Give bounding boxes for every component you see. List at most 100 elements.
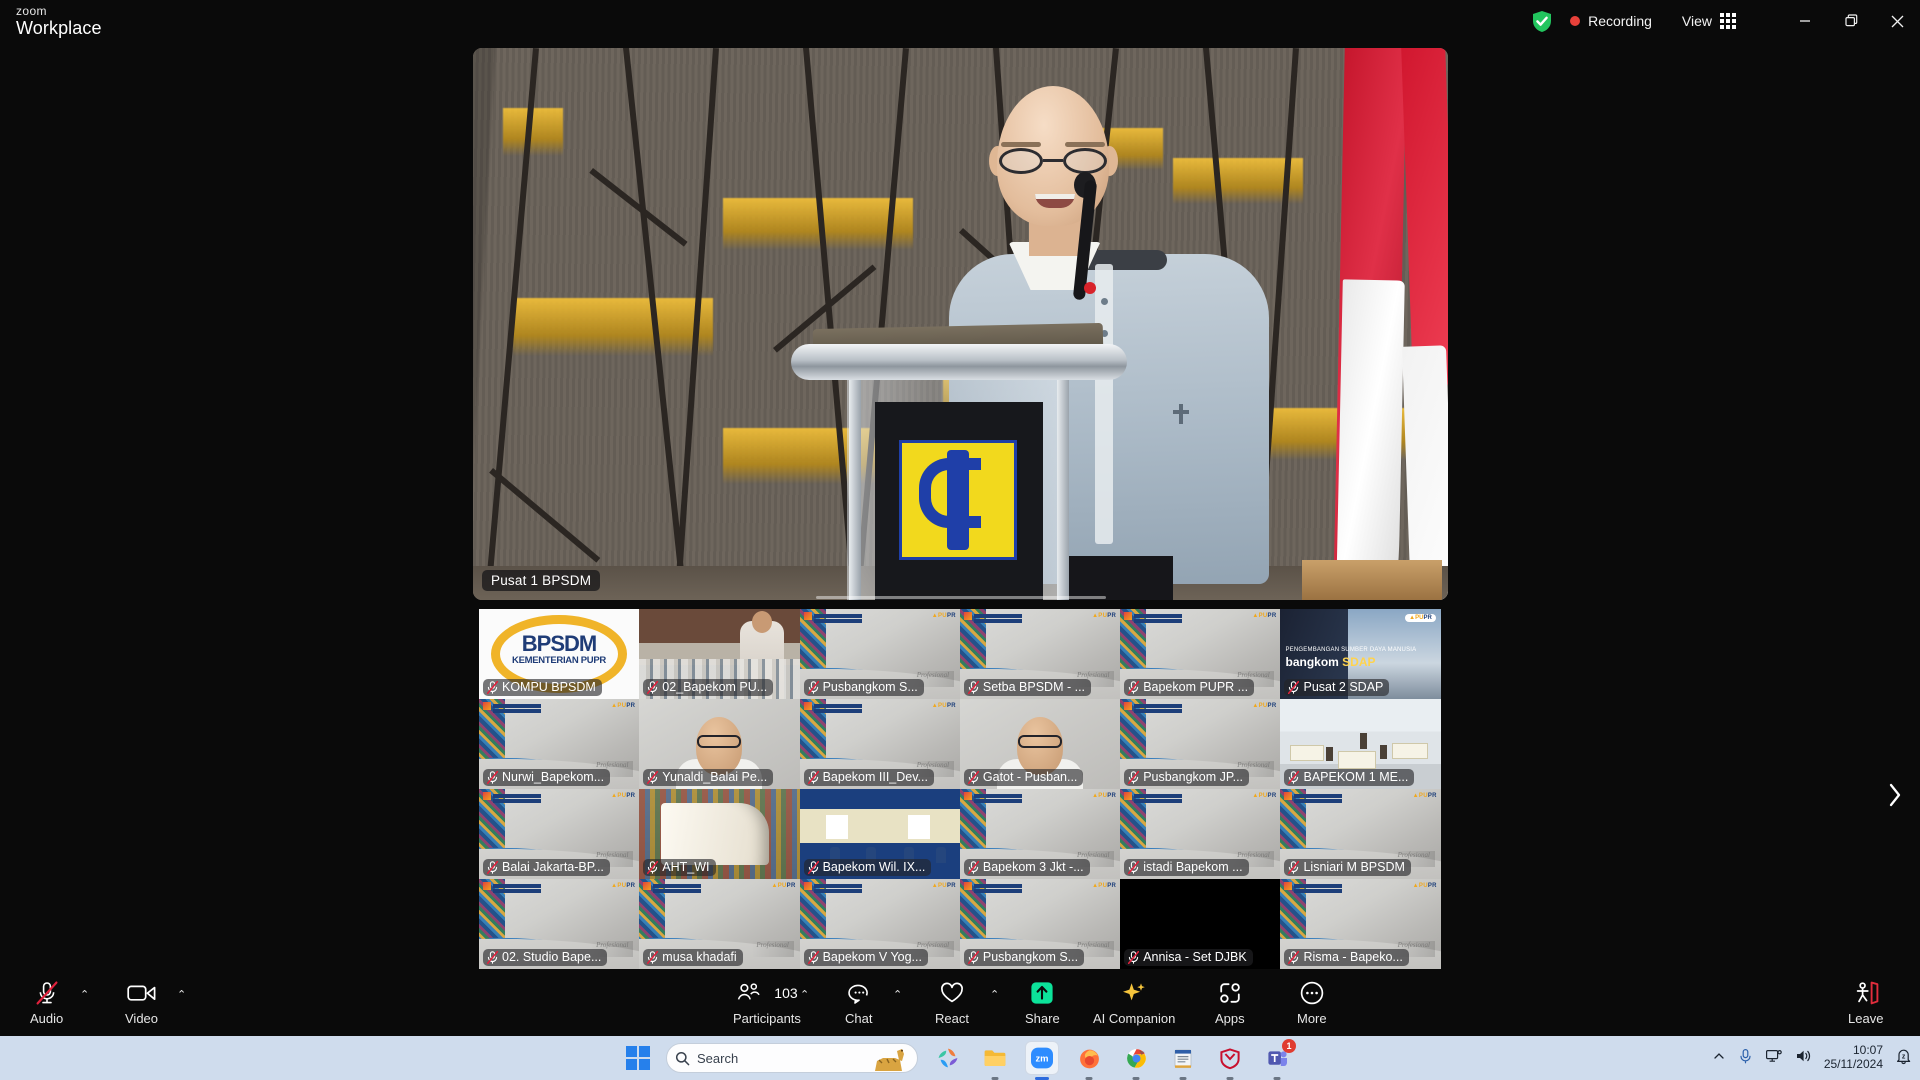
apps-icon: [1217, 980, 1243, 1006]
participant-name-tag: BAPEKOM 1 ME...: [1284, 769, 1415, 786]
participant-thumbnail[interactable]: ▲PUPR Profesional Balai Jakarta-BP...: [479, 789, 640, 879]
close-icon[interactable]: [1874, 0, 1920, 42]
participant-thumbnail[interactable]: Yunaldi_Balai Pe...: [639, 699, 800, 789]
microphone-muted-icon: [647, 680, 659, 694]
speaker-icon[interactable]: [1795, 1048, 1812, 1069]
participant-thumbnail[interactable]: ▲PUPR Profesional Pusbangkom S...: [799, 609, 960, 699]
audio-button[interactable]: Audio: [30, 980, 63, 1026]
participant-name-label: KOMPU BPSDM: [502, 680, 596, 694]
participant-name-tag: istadi Bapekom ...: [1124, 859, 1249, 876]
network-icon[interactable]: [1765, 1048, 1783, 1069]
participants-button-label: Participants: [733, 1011, 801, 1026]
clock-date: 25/11/2024: [1823, 1057, 1883, 1071]
participant-name-tag: Yunaldi_Balai Pe...: [643, 769, 774, 786]
shield-check-icon[interactable]: [1532, 10, 1552, 32]
participant-thumbnail[interactable]: BPSDM KEMENTERIAN PUPR KOMPU BPSDM: [479, 609, 640, 699]
video-options-caret[interactable]: ⌃: [177, 988, 186, 1001]
mcafee-icon[interactable]: [1213, 1041, 1247, 1080]
video-scroll-indicator[interactable]: [815, 596, 1106, 599]
file-explorer-icon[interactable]: [978, 1041, 1012, 1080]
apps-button[interactable]: Apps: [1215, 980, 1245, 1026]
active-speaker-stage[interactable]: Pusat 1 BPSDM: [473, 48, 1448, 600]
share-button[interactable]: Share: [1025, 980, 1060, 1026]
participant-thumbnail[interactable]: Bapekom Wil. IX...: [799, 789, 960, 879]
firefox-icon[interactable]: [1072, 1041, 1106, 1080]
participant-name-label: Bapekom III_Dev...: [822, 770, 928, 784]
side-table: [1302, 560, 1442, 600]
participants-options-caret[interactable]: ⌃: [800, 988, 809, 1001]
microphone-muted-icon: [967, 950, 979, 964]
participant-thumbnail[interactable]: ▲PUPR Profesional Pusbangkom S...: [959, 879, 1121, 969]
zoom-icon[interactable]: zm: [1025, 1041, 1059, 1080]
search-input[interactable]: Search: [666, 1043, 918, 1073]
title-bar-right: Recording View: [1532, 0, 1920, 42]
microphone-muted-icon: [1128, 680, 1140, 694]
participant-name-tag: Pusat 2 SDAP: [1284, 679, 1390, 696]
participant-thumbnail[interactable]: BAPEKOM 1 ME...: [1280, 699, 1441, 789]
participant-thumbnail[interactable]: ▲PUPR Profesional Bapekom III_Dev...: [799, 699, 960, 789]
gallery-next-page-button[interactable]: [1882, 780, 1908, 810]
microphone-muted-icon: [1288, 950, 1300, 964]
ai-companion-button-label: AI Companion: [1093, 1011, 1176, 1026]
react-options-caret[interactable]: ⌃: [990, 988, 999, 1001]
taskbar-clock[interactable]: 10:07 25/11/2024: [1823, 1043, 1883, 1072]
audio-options-caret[interactable]: ⌃: [80, 988, 89, 1001]
restore-icon[interactable]: [1828, 0, 1874, 42]
participants-button[interactable]: 103 Participants: [733, 980, 801, 1026]
chevron-up-icon[interactable]: [1712, 1049, 1726, 1068]
microphone-muted-icon: [487, 770, 498, 784]
windows-start-icon[interactable]: [626, 1046, 650, 1070]
chat-button[interactable]: Chat: [845, 980, 872, 1026]
participant-thumbnail[interactable]: ▲PUPR Profesional Bapekom V Yog...: [799, 879, 960, 969]
brand-zoom-text: zoom: [16, 4, 47, 18]
microphone-muted-icon: [647, 950, 659, 964]
video-button[interactable]: Video: [125, 980, 158, 1026]
more-button[interactable]: More: [1297, 980, 1327, 1026]
microphone-muted-icon: [1128, 770, 1140, 784]
microphone-icon[interactable]: [1738, 1048, 1753, 1069]
participant-thumbnail[interactable]: AHT_WI: [639, 789, 800, 879]
minimize-icon[interactable]: [1782, 0, 1828, 42]
participant-name-label: Pusbangkom JP...: [1143, 770, 1244, 784]
zoom-meeting-window: zoom Workplace Recording View Pusat 1 BP…: [0, 0, 1920, 1080]
participant-thumbnail[interactable]: ▲PUPR Profesional Nurwi_Bapekom...: [479, 699, 640, 789]
participant-thumbnail[interactable]: Annisa - Set DJBK: [1120, 879, 1281, 969]
participant-thumbnail[interactable]: 02_Bapekom PU...: [639, 609, 800, 699]
participant-name-label: musa khadafi: [662, 950, 737, 964]
teams-icon[interactable]: 1: [1260, 1039, 1296, 1080]
participant-name-label: Yunaldi_Balai Pe...: [662, 770, 768, 784]
participant-thumbnail[interactable]: ▲PUPR Profesional istadi Bapekom ...: [1120, 789, 1281, 879]
notepad-icon[interactable]: [1166, 1041, 1200, 1080]
copilot-icon[interactable]: [931, 1041, 965, 1075]
participant-thumbnail[interactable]: ▲PUPR Profesional Setba BPSDM - ...: [959, 609, 1121, 699]
ai-companion-button[interactable]: AI Companion: [1093, 980, 1175, 1026]
react-button-label: React: [935, 1011, 969, 1026]
microphone-muted-icon: [647, 860, 659, 874]
participant-thumbnail[interactable]: ▲PUPR Profesional Bapekom PUPR ...: [1120, 609, 1281, 699]
participant-thumbnail-strip[interactable]: BPSDM KEMENTERIAN PUPR KOMPU BPSDM 02_Bapek…: [479, 609, 1441, 971]
participant-thumbnail[interactable]: ▲PUPR Profesional Lisniari M BPSDM: [1280, 789, 1441, 879]
thumbnail-row: ▲PUPR Profesional 02. Studio Bape... ▲PUPR P…: [479, 879, 1441, 969]
active-speaker-name: Pusat 1 BPSDM: [482, 570, 601, 591]
participant-thumbnail[interactable]: Gatot - Pusban...: [959, 699, 1121, 789]
microphone-muted-icon: [967, 680, 979, 694]
leave-button[interactable]: Leave: [1848, 980, 1883, 1026]
view-button[interactable]: View: [1682, 13, 1736, 29]
recording-indicator[interactable]: Recording: [1570, 13, 1652, 29]
participant-thumbnail[interactable]: ▲PUPR Profesional musa khadafi: [639, 879, 800, 969]
active-speaker-video[interactable]: Pusat 1 BPSDM: [473, 48, 1448, 600]
react-button[interactable]: React: [935, 980, 969, 1026]
participant-thumbnail[interactable]: PENGEMBANGAN SUMBER DAYA MANUSIA bangkom …: [1280, 609, 1441, 699]
participant-thumbnail[interactable]: ▲PUPR Profesional Risma - Bapeko...: [1280, 879, 1441, 969]
participant-name-tag: 02_Bapekom PU...: [643, 679, 774, 696]
svg-text:z: z: [1902, 1053, 1906, 1060]
participant-name-tag: musa khadafi: [643, 949, 743, 966]
participant-thumbnail[interactable]: ▲PUPR Profesional 02. Studio Bape...: [479, 879, 640, 969]
participant-name-tag: Bapekom Wil. IX...: [803, 859, 932, 876]
chrome-icon[interactable]: [1119, 1041, 1153, 1080]
participant-name-tag: AHT_WI: [643, 859, 716, 876]
notification-bell-icon[interactable]: z: [1895, 1047, 1912, 1070]
participant-thumbnail[interactable]: ▲PUPR Profesional Pusbangkom JP...: [1120, 699, 1281, 789]
participant-thumbnail[interactable]: ▲PUPR Profesional Bapekom 3 Jkt -...: [959, 789, 1121, 879]
chat-options-caret[interactable]: ⌃: [893, 988, 902, 1001]
